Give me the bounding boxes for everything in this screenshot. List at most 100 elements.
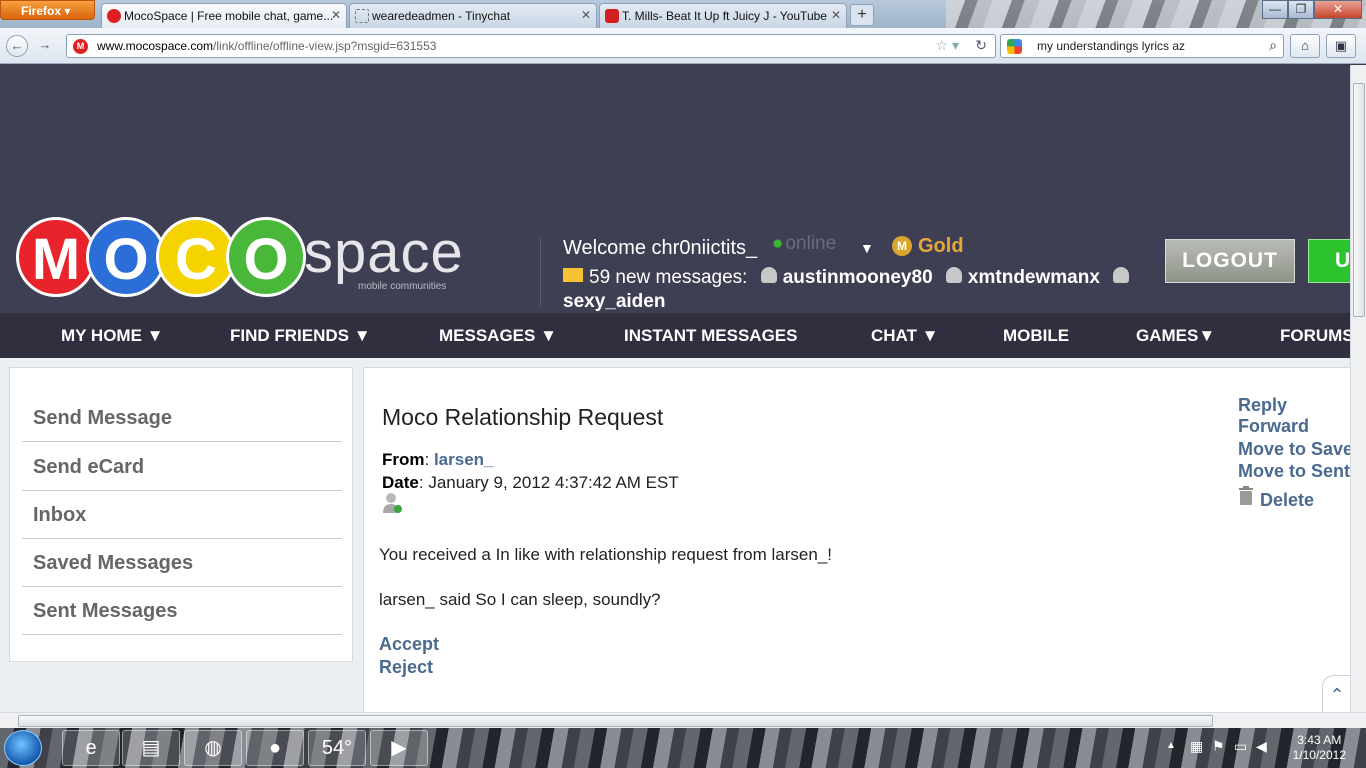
reload-icon[interactable]: ↻: [975, 37, 987, 54]
menu-forums[interactable]: FORUMS: [1280, 326, 1350, 346]
close-tab-icon[interactable]: ✕: [831, 8, 841, 22]
mocospace-icon: [107, 9, 121, 23]
tab-title: wearedeadmen - Tinychat: [372, 9, 511, 23]
volume-icon[interactable]: ◀: [1256, 738, 1267, 755]
menu-my-home[interactable]: MY HOME ▼: [61, 326, 163, 346]
addon-button[interactable]: ▣: [1326, 34, 1356, 58]
menu-messages[interactable]: MESSAGES ▼: [439, 326, 557, 346]
forward-button[interactable]: →: [34, 35, 56, 57]
youtube-icon: [605, 9, 619, 23]
search-bar[interactable]: my understandings lyrics az ⌕: [1000, 34, 1284, 58]
search-query: my understandings lyrics az: [1037, 39, 1186, 53]
bookmark-star-icon[interactable]: ☆ ▾: [936, 37, 959, 54]
move-to-sent-link[interactable]: Move to Sent: [1238, 461, 1350, 482]
clock[interactable]: 3:43 AM 1/10/2012: [1293, 733, 1346, 763]
status-dropdown-icon[interactable]: ▼: [860, 240, 874, 256]
scrollbar-thumb[interactable]: [1353, 83, 1365, 317]
browser-tab-strip: Firefox ▾ MocoSpace | Free mobile chat, …: [0, 0, 1366, 28]
sender-link[interactable]: xmtndewmanx: [968, 267, 1100, 288]
user-icon: [945, 267, 962, 283]
sidebar-item-sent-messages[interactable]: Sent Messages: [22, 587, 342, 635]
header-divider: [540, 237, 541, 307]
url-host: www.mocospace.com: [97, 39, 214, 53]
menu-mobile[interactable]: MOBILE: [1003, 326, 1069, 346]
from-label: From: [382, 450, 425, 469]
firefox-taskbar-icon[interactable]: ●: [246, 730, 304, 766]
user-icon: [760, 267, 777, 283]
url-bar[interactable]: M www.mocospace.com/link/offline/offline…: [66, 34, 996, 58]
horizontal-scrollbar[interactable]: [0, 712, 1366, 728]
delete-link[interactable]: Delete: [1260, 490, 1314, 511]
system-tray: ▲ ▦ ⚑ ▭ ◀ 3:43 AM 1/10/2012: [1160, 728, 1366, 768]
firefox-menu-button[interactable]: Firefox ▾: [0, 0, 95, 20]
menu-find-friends[interactable]: FIND FRIENDS ▼: [230, 326, 371, 346]
sidebar-item-send-message[interactable]: Send Message: [22, 394, 342, 442]
search-icon[interactable]: ⌕: [1269, 37, 1277, 54]
online-status[interactable]: ● online: [772, 233, 836, 255]
logo-word: space: [304, 220, 464, 285]
start-button[interactable]: [4, 730, 42, 766]
action-center-icon[interactable]: ⚑: [1212, 738, 1225, 755]
hp-icon[interactable]: ◍: [184, 730, 242, 766]
tab-mocospace[interactable]: MocoSpace | Free mobile chat, game... ✕: [101, 3, 347, 28]
close-tab-icon[interactable]: ✕: [331, 8, 341, 22]
sidebar-item-inbox[interactable]: Inbox: [22, 491, 342, 539]
battery-icon[interactable]: ▭: [1234, 738, 1247, 755]
sender-link[interactable]: austinmooney80: [783, 267, 933, 288]
reject-link[interactable]: Reject: [379, 657, 433, 678]
mocospace-logo[interactable]: M O C O space mobile communities: [16, 217, 486, 297]
menu-games[interactable]: GAMES▼: [1136, 326, 1215, 346]
internet-explorer-icon[interactable]: e: [62, 730, 120, 766]
online-person-icon: ●: [772, 233, 784, 254]
file-explorer-icon[interactable]: ▤: [122, 730, 180, 766]
home-button[interactable]: ⌂: [1290, 34, 1320, 58]
date-value: January 9, 2012 4:37:42 AM EST: [428, 473, 679, 492]
trash-icon[interactable]: [1238, 486, 1254, 506]
from-link[interactable]: larsen_: [434, 450, 494, 469]
new-messages[interactable]: 59 new messages: austinmooney80 xmtndewm…: [563, 267, 1130, 289]
weather-gadget[interactable]: 54°: [308, 730, 366, 766]
url-path: /link/offline/offline-view.jsp?msgid=631…: [213, 39, 437, 53]
move-to-saved-link[interactable]: Move to Saved: [1238, 439, 1350, 460]
minimize-button[interactable]: —: [1262, 0, 1288, 19]
forward-link[interactable]: Forward: [1238, 416, 1309, 437]
message-title: Moco Relationship Request: [382, 404, 664, 430]
gold-link[interactable]: M Gold: [892, 235, 964, 258]
add-friend-icon[interactable]: [382, 492, 402, 514]
tab-tinychat[interactable]: wearedeadmen - Tinychat ✕: [349, 3, 597, 28]
site-header: M O C O space mobile communities Welcome…: [0, 65, 1350, 313]
reply-link[interactable]: Reply: [1238, 395, 1287, 416]
upgrade-button[interactable]: U: [1308, 239, 1350, 283]
sidebar-item-send-ecard[interactable]: Send eCard: [22, 443, 342, 491]
tab-title: MocoSpace | Free mobile chat, game...: [124, 9, 334, 23]
new-tab-button[interactable]: +: [850, 4, 874, 26]
new-messages-count: 59 new messages:: [589, 267, 748, 288]
date-label: Date: [382, 473, 419, 492]
menu-instant-messages[interactable]: INSTANT MESSAGES: [624, 326, 797, 346]
tab-youtube[interactable]: T. Mills- Beat It Up ft Juicy J - YouTub…: [599, 3, 847, 28]
maximize-button[interactable]: ❐: [1288, 0, 1314, 19]
logo-letter: O: [226, 217, 306, 297]
back-button[interactable]: ←: [6, 35, 28, 57]
gold-label: Gold: [918, 235, 964, 257]
vertical-scrollbar[interactable]: [1350, 65, 1366, 712]
menu-chat[interactable]: CHAT ▼: [871, 326, 939, 346]
network-icon[interactable]: ▦: [1190, 738, 1203, 755]
close-window-button[interactable]: ✕: [1314, 0, 1362, 19]
web-page: M O C O space mobile communities Welcome…: [0, 65, 1350, 712]
show-hidden-icons[interactable]: ▲: [1166, 740, 1176, 751]
scroll-to-top-button[interactable]: ⌃: [1322, 675, 1350, 712]
close-tab-icon[interactable]: ✕: [581, 8, 591, 22]
message-body-line: You received a In like with relationship…: [379, 545, 832, 564]
logo-letter: M: [16, 217, 96, 297]
logout-button[interactable]: LOGOUT: [1165, 239, 1295, 283]
date-field: Date: January 9, 2012 4:37:42 AM EST: [382, 473, 679, 492]
accept-link[interactable]: Accept: [379, 634, 439, 655]
message-panel: Moco Relationship Request From: larsen_ …: [363, 367, 1350, 712]
sidebar-item-saved-messages[interactable]: Saved Messages: [22, 539, 342, 587]
user-icon: [1113, 267, 1130, 283]
scrollbar-thumb[interactable]: [18, 715, 1213, 727]
media-player-icon[interactable]: ▶: [370, 730, 428, 766]
sender-link[interactable]: sexy_aiden: [563, 291, 665, 313]
welcome-text: Welcome chr0niictits_: [563, 237, 758, 259]
